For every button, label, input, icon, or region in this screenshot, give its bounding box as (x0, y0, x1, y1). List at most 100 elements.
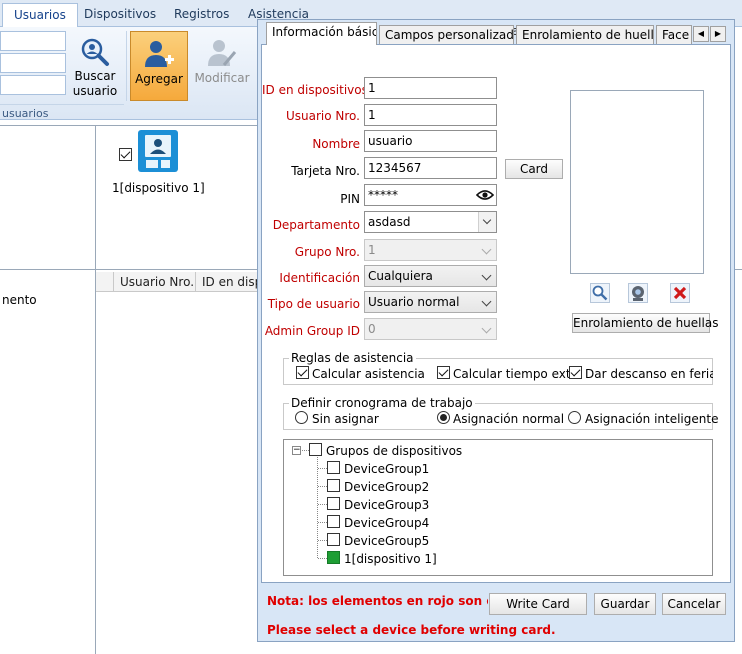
show-password-eye-icon[interactable] (476, 188, 494, 202)
ribbon-group-label: usuarios (0, 104, 124, 121)
devicegroup2-checkbox[interactable] (327, 479, 340, 492)
department-dropdown[interactable] (478, 212, 496, 232)
write-card-warning: Please select a device before writing ca… (267, 623, 556, 637)
identification-select[interactable]: Cualquiera (364, 265, 497, 287)
zoom-photo-icon[interactable] (590, 283, 610, 303)
ribbon-field-3[interactable] (0, 75, 66, 95)
chevron-down-icon (481, 270, 492, 281)
admin-group-select[interactable]: 0 (364, 318, 497, 340)
buscar-label-2: usuario (72, 84, 118, 98)
tree-connector (317, 457, 318, 558)
menu-tab-dispositivos[interactable]: Dispositivos (73, 3, 167, 27)
photo-preview (570, 90, 704, 274)
devicegroup5-label[interactable]: DeviceGroup5 (344, 534, 429, 548)
dispositivo-1-label[interactable]: 1[dispositivo 1] (344, 552, 437, 566)
devicegroup2-label[interactable]: DeviceGroup2 (344, 480, 429, 494)
user-type-value: Usuario normal (368, 295, 460, 309)
devicegroup4-checkbox[interactable] (327, 515, 340, 528)
user-type-select[interactable]: Usuario normal (364, 291, 497, 313)
asignacion-normal-label[interactable]: Asignación normal (453, 412, 564, 426)
name-input[interactable]: usuario (364, 130, 497, 152)
grid-header-select[interactable] (96, 272, 114, 292)
divider (0, 269, 258, 270)
devicegroup5-checkbox[interactable] (327, 533, 340, 546)
tab-scroll-left-icon[interactable]: ◀ (693, 26, 709, 42)
ribbon-field-2[interactable] (0, 53, 66, 73)
pin-value: ***** (368, 188, 398, 202)
dispositivo-1-checkbox[interactable] (327, 551, 340, 564)
buscar-label-1: Buscar (74, 69, 116, 83)
grid-header-usuario-nro[interactable]: Usuario Nro. (114, 272, 196, 292)
label-tarjeta-nro: Tarjeta Nro. (291, 164, 360, 178)
ribbon-field-1[interactable] (0, 31, 66, 51)
webcam-icon[interactable] (628, 283, 648, 303)
label-grupo-nro: Grupo Nro. (294, 245, 360, 259)
asignacion-inteligente-label[interactable]: Asignación inteligente (585, 412, 718, 426)
write-card-button[interactable]: Write Card (489, 593, 587, 615)
dar-descanso-feriados-checkbox[interactable] (569, 366, 582, 379)
divider (0, 125, 258, 126)
guardar-button[interactable]: Guardar (594, 593, 656, 615)
buscar-usuario-button[interactable]: Buscar usuario (68, 31, 122, 101)
chevron-down-icon (482, 215, 492, 225)
label-departamento: Departamento (272, 218, 360, 232)
calcular-tiempo-extra-checkbox[interactable] (437, 366, 450, 379)
asignacion-normal-radio[interactable] (437, 411, 450, 424)
collapse-icon[interactable]: − (292, 446, 301, 455)
delete-photo-icon[interactable] (670, 283, 690, 303)
tab-face[interactable]: Face F (656, 25, 692, 45)
department-value: asdasd (368, 215, 411, 229)
chevron-down-icon (481, 323, 492, 334)
card-input[interactable]: 1234567 (364, 157, 497, 179)
card-button[interactable]: Card (505, 159, 563, 179)
sin-asignar-label[interactable]: Sin asignar (312, 412, 379, 426)
devicegroup3-checkbox[interactable] (327, 497, 340, 510)
tree-connector (318, 504, 327, 505)
calcular-asistencia-checkbox[interactable] (296, 366, 309, 379)
device-id-input[interactable]: 1 (364, 77, 497, 99)
tab-informacion-basica[interactable]: Información básica (266, 22, 377, 45)
devicegroup3-label[interactable]: DeviceGroup3 (344, 498, 429, 512)
grupos-dispositivos-checkbox[interactable] (309, 443, 322, 456)
chevron-down-icon (481, 244, 492, 255)
devicegroup4-label[interactable]: DeviceGroup4 (344, 516, 429, 530)
tree-item-text[interactable]: nento (2, 293, 37, 307)
user-no-input[interactable]: 1 (364, 104, 497, 126)
cancelar-button[interactable]: Cancelar (662, 593, 726, 615)
group-select[interactable]: 1 (364, 239, 497, 261)
add-user-icon (145, 41, 174, 67)
tree-connector (318, 558, 327, 559)
attendance-rules-title: Reglas de asistencia (289, 351, 416, 365)
group-value: 1 (368, 243, 376, 257)
label-id-dispositivos: ID en dispositivos (262, 83, 368, 97)
tree-connector (318, 540, 327, 541)
menu-tab-usuarios[interactable]: Usuarios (2, 3, 78, 27)
sin-asignar-radio[interactable] (295, 411, 308, 424)
left-pane (0, 125, 96, 654)
label-identificacion: Identificación (279, 271, 360, 285)
dar-descanso-feriados-label[interactable]: Dar descanso en feriados (585, 367, 713, 381)
edit-user-icon (208, 40, 237, 66)
tab-enrolamiento-huellas[interactable]: Enrolamiento de huellas (516, 25, 654, 45)
modificar-button[interactable]: Modificar (192, 31, 252, 101)
agregar-button[interactable]: Agregar (130, 31, 188, 101)
calcular-tiempo-extra-label[interactable]: Calcular tiempo extra (453, 367, 583, 381)
tab-scroll-right-icon[interactable]: ▶ (710, 26, 726, 42)
label-admin-group-id: Admin Group ID (264, 324, 360, 338)
menu-tab-registros[interactable]: Registros (163, 3, 240, 27)
grid-header-id-en-dispo[interactable]: ID en dispo (196, 272, 258, 292)
department-select[interactable]: asdasd (364, 211, 497, 233)
chevron-down-icon (481, 296, 492, 307)
devicegroup1-checkbox[interactable] (327, 461, 340, 474)
device-checkbox[interactable] (119, 148, 132, 161)
devicegroup1-label[interactable]: DeviceGroup1 (344, 462, 429, 476)
tree-connector (302, 450, 309, 451)
tab-campos-personalizados[interactable]: Campos personalizados (379, 25, 514, 45)
tree-connector (318, 486, 327, 487)
asignacion-inteligente-radio[interactable] (568, 411, 581, 424)
enrolamiento-huellas-button[interactable]: Enrolamiento de huellas (572, 313, 718, 333)
device-terminal-icon[interactable] (138, 130, 178, 172)
grupos-dispositivos-label[interactable]: Grupos de dispositivos (326, 444, 462, 458)
schedule-title: Definir cronograma de trabajo (289, 396, 475, 410)
calcular-asistencia-label[interactable]: Calcular asistencia (312, 367, 425, 381)
